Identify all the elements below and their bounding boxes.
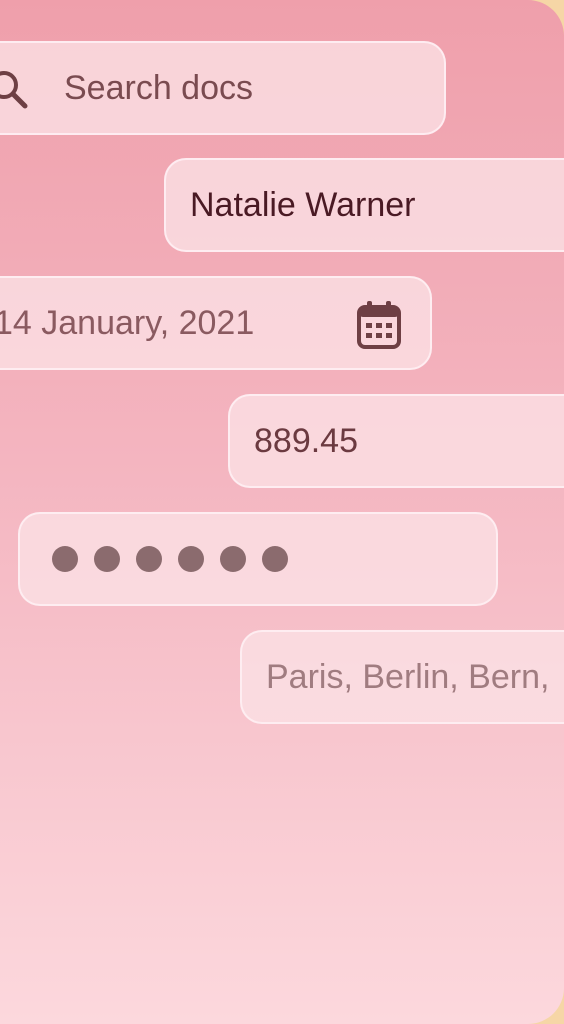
screen: Search docs Natalie Warner 14 January, 2… <box>0 0 564 1024</box>
password-dot <box>262 546 288 572</box>
password-dots <box>52 546 288 572</box>
name-field[interactable]: Natalie Warner <box>164 158 564 252</box>
search-input[interactable]: Search docs <box>0 41 446 135</box>
name-value: Natalie Warner <box>190 185 416 224</box>
date-value: 14 January, 2021 <box>0 303 255 342</box>
tags-field[interactable]: Paris, Berlin, Bern, <box>240 630 564 724</box>
password-dot <box>136 546 162 572</box>
number-field[interactable]: 889.45 <box>228 394 564 488</box>
tags-placeholder: Paris, Berlin, Bern, <box>266 657 550 696</box>
date-field[interactable]: 14 January, 2021 <box>0 276 432 370</box>
password-dot <box>178 546 204 572</box>
search-icon <box>0 69 30 111</box>
password-dot <box>94 546 120 572</box>
search-placeholder: Search docs <box>64 68 253 107</box>
password-dot <box>220 546 246 572</box>
number-value: 889.45 <box>254 421 358 460</box>
password-dot <box>52 546 78 572</box>
password-field[interactable] <box>18 512 498 606</box>
calendar-icon[interactable] <box>356 300 402 350</box>
